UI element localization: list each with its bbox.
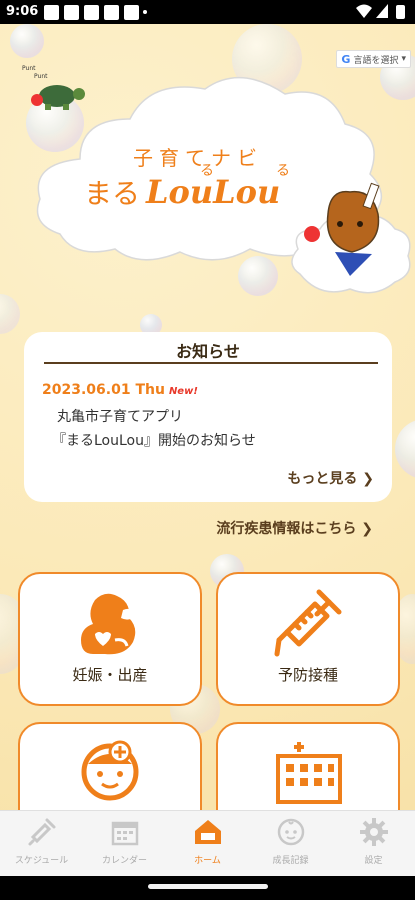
status-time: 9:06 [6,4,39,19]
svg-text:Punt: Punt [22,65,36,72]
news-divider [44,362,378,364]
app-logo: まる LouLou [84,172,280,212]
nav-schedule[interactable]: スケジュール [0,817,83,866]
news-panel: お知らせ 2023.06.01 Thu New! 丸亀市子育てアプリ 『まるLou… [24,332,392,502]
pregnancy-tile[interactable]: 妊娠・出産 [18,572,202,706]
nav-label: スケジュール [14,856,69,866]
home-screen: G 言語を選択 ▾ Punt Punt 子育てナビ る る まる LouLou … [0,24,415,810]
notification-icon [104,5,119,20]
hospital-icon [276,742,342,804]
news-item-line1[interactable]: 丸亀市子育てアプリ [57,406,183,426]
logo-subtitle: 子育てナビ [133,146,263,170]
battery-icon [396,5,405,19]
calendar-icon [111,821,138,846]
home-indicator[interactable] [148,884,268,889]
logo-maru: まる [84,177,141,210]
notification-icon [84,5,99,20]
see-more-link[interactable]: もっと見る ❯ [287,468,374,488]
news-date-text: 2023.06.01 Thu [42,382,165,398]
nav-calendar[interactable]: カレンダー [83,817,166,866]
more-notifications-icon [143,10,147,14]
nav-settings[interactable]: 設定 [332,817,415,866]
bubble-decoration [395,419,415,479]
vaccination-tile[interactable]: 予防接種 [216,572,400,706]
tile-label: 予防接種 [277,666,338,684]
hospital-tile[interactable] [216,722,400,810]
child-face-icon [81,740,139,801]
new-badge: New! [168,386,198,397]
nav-label: 成長記録 [272,856,309,866]
notification-icon [64,5,79,20]
pregnancy-icon [81,593,136,655]
nav-label: ホーム [194,856,221,866]
nav-growth-record[interactable]: 成長記録 [249,817,332,866]
notification-icon [124,5,139,20]
disease-info-link[interactable]: 流行疾患情報はこちら ❯ [216,518,373,538]
tile-label: 妊娠・出産 [72,666,148,684]
wifi-icon [356,4,372,18]
notification-icon [44,5,59,20]
logo-brand: LouLou [146,173,281,211]
system-navigation-bar [0,876,415,900]
syringe-icon [274,589,342,657]
nav-home[interactable]: ホーム [166,817,249,866]
status-bar: 9:06 [0,0,415,24]
baby-face-icon [277,818,304,846]
syringe-icon [28,818,55,846]
nav-label: カレンダー [101,856,147,866]
news-item-date[interactable]: 2023.06.01 Thu New! [42,382,198,398]
child-health-tile[interactable] [18,722,202,810]
bottom-navigation: スケジュール カレンダー ホーム 成長記録 設定 [0,810,415,877]
svg-text:Punt: Punt [34,73,48,80]
signal-icon [376,4,388,18]
gear-icon [359,818,388,846]
turtle-illustration: Punt Punt [22,65,85,110]
nav-label: 設定 [364,856,383,866]
news-item-line2[interactable]: 『まるLouLou』開始のお知らせ [52,430,256,450]
home-icon [194,820,221,844]
news-title: お知らせ [176,342,240,361]
